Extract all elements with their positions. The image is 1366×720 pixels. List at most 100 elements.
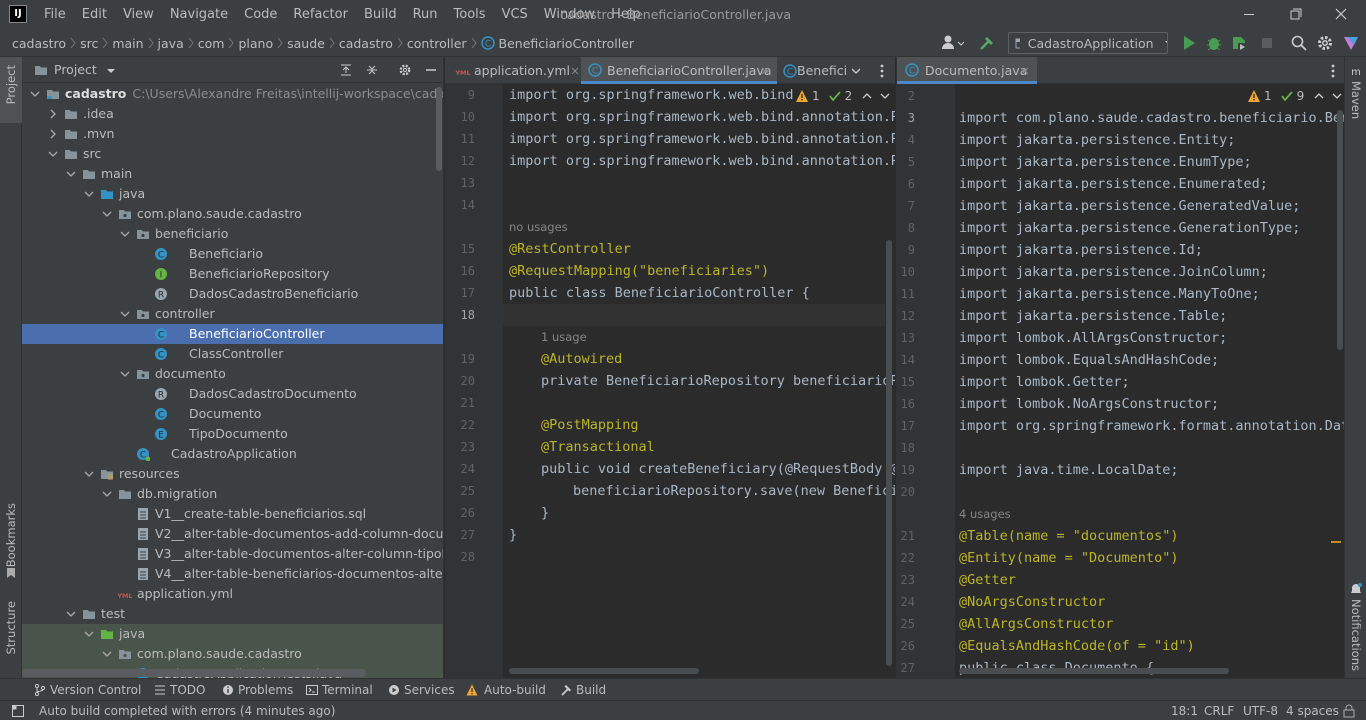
tab-beneficiario-truncated[interactable]: C Benefici [777,57,847,84]
breadcrumb-item[interactable]: plano [234,36,277,51]
tree-item-sql-file[interactable]: V3__alter-table-documentos-alter-column-… [22,544,443,564]
file-encoding[interactable]: UTF-8 [1243,701,1278,720]
tree-item-class[interactable]: C Beneficiario [22,244,443,264]
todo-tool[interactable]: TODO [154,679,205,701]
structure-tool-tab[interactable]: Structure [4,601,18,655]
problems-tool[interactable]: Problems [222,679,293,701]
breadcrumb-item[interactable]: main [108,36,147,51]
tree-item-folder[interactable]: .idea [22,104,443,124]
breadcrumb-item[interactable]: cadastro [8,36,70,51]
menu-tools[interactable]: Tools [446,0,494,29]
breadcrumb-item[interactable]: com [194,36,229,51]
close-tab-icon[interactable] [571,67,579,75]
tree-item-package[interactable]: beneficiario [22,224,443,244]
tree-item-class[interactable]: C CadastroApplication [22,444,443,464]
indent-setting[interactable]: 4 spaces [1286,701,1339,720]
user-icon[interactable] [940,34,964,52]
maximize-button[interactable] [1272,0,1318,29]
lock-icon[interactable] [1342,704,1356,718]
breadcrumb-item[interactable]: saude [283,36,329,51]
tree-item-record[interactable]: R DadosCadastroBeneficiario [22,284,443,304]
tree-item-sql-file[interactable]: V2__alter-table-documentos-add-column-do… [22,524,443,544]
tree-item-folder[interactable]: test [22,604,443,624]
tree-item-package[interactable]: db.migration [22,484,443,504]
close-button[interactable] [1318,0,1364,29]
tree-item-folder[interactable]: main [22,164,443,184]
chevron-down-icon[interactable] [851,66,861,76]
chevron-down-icon[interactable] [1332,91,1342,101]
status-message[interactable]: Auto build completed with errors (4 minu… [39,701,335,720]
tree-item-folder[interactable]: .mvn [22,124,443,144]
menu-vcs[interactable]: VCS [494,0,536,29]
tool-window-toggle-icon[interactable] [12,705,24,717]
services-tool[interactable]: Services [388,679,455,701]
tree-item-package[interactable]: com.plano.saude.cadastro [22,204,443,224]
run-icon[interactable] [1180,34,1198,52]
bookmarks-tool-tab[interactable]: Bookmarks [4,503,18,567]
gear-icon[interactable] [398,63,412,77]
breadcrumb-item-current[interactable]: BeneficiarioController [495,36,639,51]
menu-build[interactable]: Build [356,0,405,29]
close-tab-icon[interactable] [761,67,769,75]
menu-view[interactable]: View [115,0,162,29]
breadcrumb-item[interactable]: src [76,36,102,51]
usages-hint[interactable]: 1 usage [541,330,587,344]
menu-navigate[interactable]: Navigate [162,0,236,29]
minimize-button[interactable] [1226,0,1272,29]
tree-item-source-folder[interactable]: java [22,184,443,204]
hide-panel-icon[interactable] [424,63,438,77]
hammer-build-icon[interactable] [978,34,996,52]
tree-item-sql-file[interactable]: V1__create-table-beneficiarios.sql [22,504,443,524]
more-vertical-icon[interactable] [1331,64,1335,78]
line-separator[interactable]: CRLF [1204,701,1234,720]
settings-gear-icon[interactable] [1316,34,1334,52]
tree-item-record[interactable]: R DadosCadastroDocumento [22,384,443,404]
more-vertical-icon[interactable] [880,64,884,78]
notifications-tool-tab[interactable]: Notifications [1349,599,1363,671]
chevron-up-icon[interactable] [1314,91,1324,101]
vertical-scrollbar[interactable] [1337,110,1343,350]
chevron-up-icon[interactable] [862,91,872,101]
tree-item-package[interactable]: controller [22,304,443,324]
expand-all-icon[interactable] [339,63,353,77]
usages-hint[interactable]: no usages [509,220,568,234]
debug-icon[interactable] [1205,34,1223,52]
chevron-down-icon[interactable] [106,66,116,76]
menu-code[interactable]: Code [236,0,285,29]
breadcrumb-item[interactable]: controller [403,36,471,51]
caret-position[interactable]: 18:1 [1171,701,1198,720]
menu-refactor[interactable]: Refactor [285,0,356,29]
tree-item-class[interactable]: C ClassController [22,344,443,364]
tree-item-yaml-file[interactable]: YML application.yml [22,584,443,604]
inspection-widget[interactable]: 1 9 [1247,88,1343,104]
menu-run[interactable]: Run [405,0,446,29]
menu-file[interactable]: File [36,0,74,29]
tree-item-package[interactable]: com.plano.saude.cadastro [22,644,443,664]
tree-item-package[interactable]: documento [22,364,443,384]
collapse-all-icon[interactable] [365,63,379,77]
build-tool[interactable]: Build [560,679,606,701]
tab-documento-java[interactable]: C Documento.java [897,57,1037,84]
tab-beneficiariocontroller-java[interactable]: C BeneficiarioController.java [581,57,777,84]
run-configuration-select[interactable]: CadastroApplication [1008,32,1168,54]
chevron-down-icon[interactable] [880,91,890,101]
tree-item-sql-file[interactable]: V4__alter-table-beneficiarios-documentos… [22,564,443,584]
error-stripe-mark[interactable] [1331,541,1341,543]
breadcrumb-item[interactable]: java [154,36,188,51]
horizontal-scrollbar[interactable] [959,668,1229,674]
version-control-tool[interactable]: Version Control [34,679,141,701]
tree-item-folder[interactable]: src [22,144,443,164]
auto-build-tool[interactable]: Auto-build [466,679,546,701]
tree-item-project-root[interactable]: cadastro C:\Users\Alexandre Freitas\intel… [22,84,443,104]
vertical-scrollbar[interactable] [886,240,892,666]
tree-item-test-source-folder[interactable]: java [22,624,443,644]
breadcrumb-item[interactable]: cadastro [335,36,397,51]
tree-item-interface[interactable]: I BeneficiarioRepository [22,264,443,284]
menu-edit[interactable]: Edit [74,0,115,29]
vertical-scrollbar[interactable] [436,87,442,171]
close-tab-icon[interactable] [1021,67,1029,75]
coverage-icon[interactable] [1230,34,1248,52]
project-tool-tab[interactable]: Project [0,57,22,123]
inspection-widget[interactable]: 1 2 [795,88,891,104]
tree-item-resources-folder[interactable]: resources [22,464,443,484]
